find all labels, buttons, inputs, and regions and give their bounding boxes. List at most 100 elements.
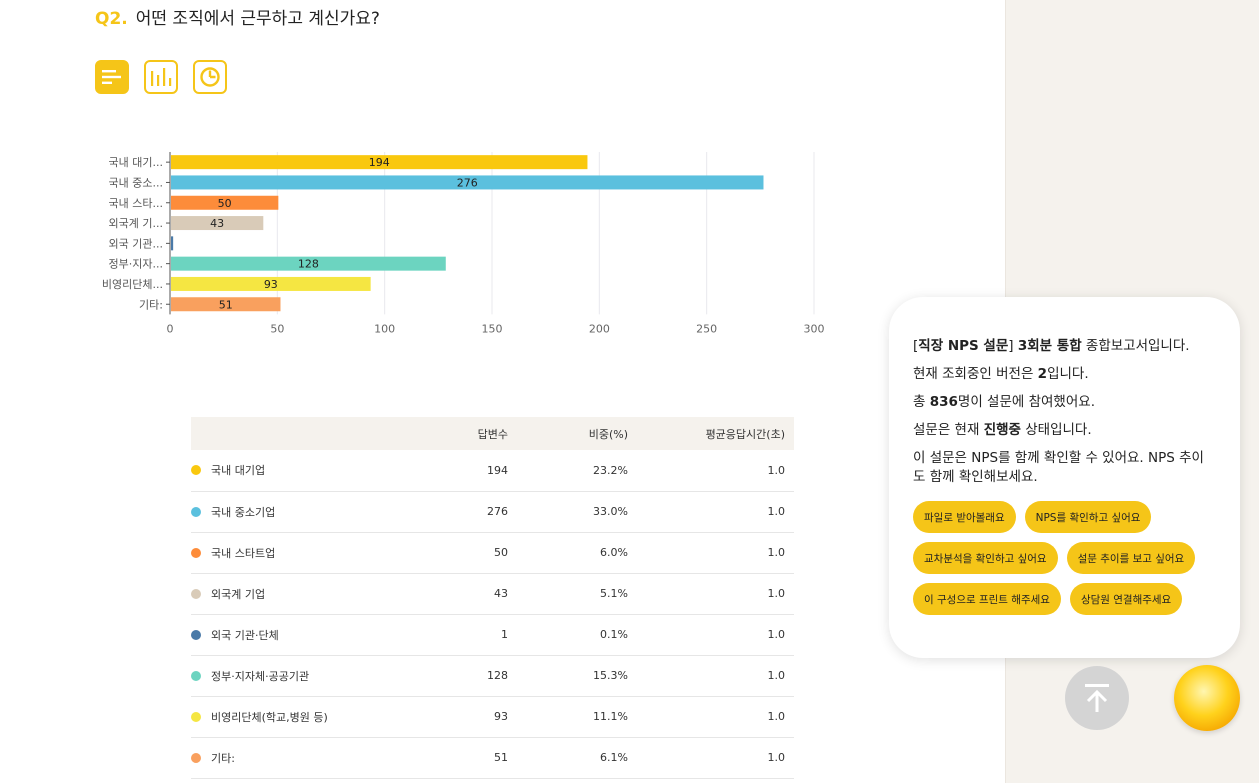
survey-trend-button[interactable]: 설문 추이를 보고 싶어요: [1066, 542, 1196, 574]
version-number: 2: [1037, 366, 1048, 382]
row-ratio: 6.0%: [517, 532, 637, 574]
row-name: 외국 기관·단체: [211, 628, 279, 642]
x-tick-label: 150: [482, 322, 503, 335]
info-line-participants: 총 836명이 설문에 참여했어요.: [913, 393, 1216, 412]
row-count: 128: [401, 655, 517, 697]
pie-chart-icon[interactable]: [193, 60, 227, 94]
table-header-time: 평균응답시간(초): [637, 417, 794, 450]
info-text: 현재 조회중인 버전은: [913, 366, 1038, 382]
legend-dot: [191, 752, 201, 763]
row-name: 정부·지자체·공공기관: [211, 669, 310, 683]
row-name-cell: 외국 기관·단체: [191, 614, 401, 656]
row-ratio: 15.3%: [517, 655, 637, 697]
info-text: 상태입니다.: [1020, 422, 1092, 438]
row-name: 국내 중소기업: [211, 505, 276, 519]
y-tick-label: 국내 대기...: [109, 156, 163, 169]
report-info-card: [직장 NPS 설문] 3회분 통합 종합보고서입니다. 현재 조회중인 버전은…: [889, 297, 1240, 658]
row-ratio: 0.1%: [517, 614, 637, 656]
y-tick-label: 국내 스타...: [109, 197, 163, 210]
row-count: 194: [401, 450, 517, 492]
bar-data-label: 43: [210, 217, 224, 230]
table-row: 기타: 51 6.1% 1.0: [191, 737, 794, 779]
legend-dot: [191, 588, 201, 599]
bar-chart-icon[interactable]: [144, 60, 178, 94]
question-title: Q2. 어떤 조직에서 근무하고 계신가요?: [95, 4, 380, 29]
info-text: 종합보고서입니다.: [1081, 338, 1190, 354]
bar-data-label: 93: [264, 278, 278, 291]
row-time: 1.0: [637, 614, 794, 656]
info-line-report: [직장 NPS 설문] 3회분 통합 종합보고서입니다.: [913, 337, 1216, 356]
row-count: 50: [401, 532, 517, 574]
row-time: 1.0: [637, 696, 794, 738]
cross-analysis-button[interactable]: 교차분석을 확인하고 싶어요: [913, 542, 1058, 574]
row-name: 외국계 기업: [211, 587, 266, 601]
x-tick-label: 300: [804, 322, 825, 335]
x-tick-label: 250: [696, 322, 717, 335]
info-text: 명이 설문에 참여했어요.: [957, 394, 1095, 410]
table-row: 외국 기관·단체 1 0.1% 1.0: [191, 614, 794, 656]
y-tick-label: 정부·지자...: [109, 258, 163, 271]
bar-chart-svg: 0 50 100 150 200 250 300 국내 대기... 194 국내 중소... 276…: [102, 152, 825, 335]
survey-rounds: 3회분 통합: [1017, 338, 1082, 354]
download-file-button[interactable]: 파일로 받아볼래요: [913, 501, 1016, 533]
bar-data-label: 51: [219, 298, 233, 311]
row-time: 1.0: [637, 655, 794, 697]
legend-dot: [191, 711, 201, 722]
scroll-to-top-button[interactable]: [1065, 666, 1129, 730]
assistant-orb-button[interactable]: [1174, 665, 1240, 731]
info-line-status: 설문은 현재 진행중 상태입니다.: [913, 421, 1216, 440]
legend-dot: [191, 629, 201, 640]
row-count: 276: [401, 491, 517, 533]
info-line-nps: 이 설문은 NPS를 함께 확인할 수 있어요. NPS 추이도 함께 확인해보…: [913, 450, 1204, 485]
row-count: 51: [401, 737, 517, 779]
table-row: 국내 대기업 194 23.2% 1.0: [191, 450, 794, 492]
table-row: 국내 중소기업 276 33.0% 1.0: [191, 491, 794, 533]
y-tick-label: 기타:: [139, 298, 163, 311]
check-nps-button[interactable]: NPS를 확인하고 싶어요: [1024, 501, 1152, 533]
x-tick-label: 50: [270, 322, 284, 335]
table-row: 정부·지자체·공공기관 128 15.3% 1.0: [191, 655, 794, 697]
row-name-cell: 국내 중소기업: [191, 491, 401, 533]
row-ratio: 33.0%: [517, 491, 637, 533]
info-text: 입니다.: [1047, 366, 1089, 382]
row-time: 1.0: [637, 491, 794, 533]
row-time: 1.0: [637, 737, 794, 779]
info-line-version: 현재 조회중인 버전은 2입니다.: [913, 365, 1216, 384]
row-time: 1.0: [637, 450, 794, 492]
row-time: 1.0: [637, 573, 794, 615]
legend-dot: [191, 506, 201, 517]
row-name: 기타:: [211, 751, 235, 765]
row-name-cell: 비영리단체(학교,병원 등): [191, 696, 401, 738]
row-ratio: 11.1%: [517, 696, 637, 738]
print-button[interactable]: 이 구성으로 프린트 해주세요: [913, 583, 1061, 615]
survey-status: 진행중: [983, 422, 1021, 438]
row-name-cell: 외국계 기업: [191, 573, 401, 615]
x-tick-label: 200: [589, 322, 610, 335]
row-ratio: 6.1%: [517, 737, 637, 779]
bar-data-label: 50: [218, 197, 232, 210]
contact-agent-button[interactable]: 상담원 연결해주세요: [1069, 583, 1183, 615]
y-tick-label: 외국계 기...: [109, 217, 163, 230]
bar-data-label: 194: [369, 156, 390, 169]
table-header-row: 답변수 비중(%) 평균응답시간(초): [191, 417, 794, 450]
y-tick-label: 외국 기관...: [109, 237, 163, 250]
bar: [171, 236, 174, 251]
y-tick-label: 비영리단체...: [102, 278, 163, 291]
row-name: 비영리단체(학교,병원 등): [211, 710, 328, 724]
row-name-cell: 국내 대기업: [191, 450, 401, 492]
question-text: 어떤 조직에서 근무하고 계신가요?: [135, 9, 380, 29]
row-count: 43: [401, 573, 517, 615]
x-tick-label: 0: [167, 322, 174, 335]
row-name: 국내 대기업: [211, 464, 266, 478]
info-text: 설문은 현재: [913, 422, 984, 438]
bar-chart: 0 50 100 150 200 250 300 국내 대기... 194 국내 중소... 276…: [90, 140, 850, 340]
row-ratio: 23.2%: [517, 450, 637, 492]
x-tick-label: 100: [374, 322, 395, 335]
list-view-icon[interactable]: [95, 60, 129, 94]
row-ratio: 5.1%: [517, 573, 637, 615]
table-header-name: [191, 417, 401, 450]
participant-count: 836: [929, 394, 958, 410]
table-header-count: 답변수: [401, 417, 517, 450]
action-buttons: 파일로 받아볼래요 NPS를 확인하고 싶어요 교차분석을 확인하고 싶어요 설…: [913, 501, 1216, 615]
row-time: 1.0: [637, 532, 794, 574]
